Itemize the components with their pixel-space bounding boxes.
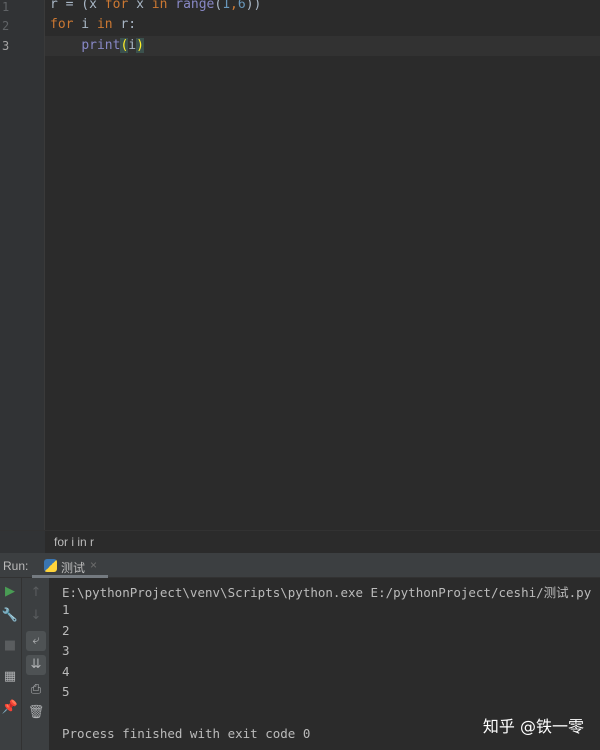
console-line: 2 xyxy=(62,623,70,638)
code-token: )) xyxy=(245,0,262,12)
console-line: E:\pythonProject\venv\Scripts\python.exe… xyxy=(62,585,592,600)
pin-icon[interactable]: 📌 xyxy=(0,698,20,718)
run-tab[interactable]: 测试 × xyxy=(32,553,108,578)
watermark: 知乎 @铁一零 xyxy=(482,717,584,736)
code-token: 1 xyxy=(222,0,231,12)
code-token: r = (x xyxy=(50,0,105,12)
code-token: print xyxy=(81,38,121,53)
code-token: ) xyxy=(136,38,144,53)
line-number: 3 xyxy=(2,39,10,53)
run-icon[interactable]: ▶ xyxy=(0,582,20,602)
console-line: Process finished with exit code 0 xyxy=(62,726,311,741)
breadcrumb[interactable]: for i in r xyxy=(0,530,600,554)
code-token: in xyxy=(96,17,113,32)
trash-icon[interactable]: 🗑 xyxy=(26,703,46,723)
layout-icon[interactable]: ▦ xyxy=(0,667,20,687)
code-token: r: xyxy=(112,17,137,32)
soft-wrap-icon[interactable]: ⤶ xyxy=(26,631,46,651)
stop-icon[interactable]: ■ xyxy=(0,636,20,656)
code-token: i xyxy=(73,17,97,32)
run-toolbar: Run: 测试 × xyxy=(0,553,600,578)
run-actions: ▶ 🔧 ■ ▦ 📌 xyxy=(0,578,22,750)
console-line: 4 xyxy=(62,664,70,679)
close-icon[interactable]: × xyxy=(90,558,97,572)
console-line: 1 xyxy=(62,602,70,617)
run-label: Run: xyxy=(3,559,29,573)
console-line: 5 xyxy=(62,684,70,699)
code-token: in xyxy=(151,0,168,12)
code-line-3[interactable]: print(i) xyxy=(50,38,144,53)
code-token: for xyxy=(104,0,129,12)
code-token: for xyxy=(50,17,74,32)
up-arrow-icon[interactable]: ↑ xyxy=(26,583,46,603)
code-token: , xyxy=(230,0,238,12)
line-number: 1 xyxy=(2,0,10,14)
console-line: 3 xyxy=(62,643,70,658)
code-token: i xyxy=(128,38,137,53)
print-icon[interactable]: ⎙ xyxy=(26,680,46,700)
console-actions: ↑ ↓ ⤶ ⇊ ⎙ 🗑 xyxy=(22,578,50,750)
run-tab-label: 测试 xyxy=(61,561,86,575)
code-editor[interactable]: 1 2 3 r = (x for x in range(1,6)) for i … xyxy=(0,0,600,530)
scroll-to-end-icon[interactable]: ⇊ xyxy=(26,655,46,675)
wrench-icon[interactable]: 🔧 xyxy=(0,606,20,626)
code-line-2[interactable]: for i in r: xyxy=(50,17,136,32)
code-line-1[interactable]: r = (x for x in range(1,6)) xyxy=(50,0,261,12)
line-gutter: 1 2 3 xyxy=(0,0,45,530)
line-number: 2 xyxy=(2,19,10,33)
code-token: x xyxy=(128,0,152,12)
python-icon xyxy=(44,559,57,572)
breadcrumb-item[interactable]: for i in r xyxy=(54,535,94,549)
down-arrow-icon[interactable]: ↓ xyxy=(26,606,46,626)
code-token: 6 xyxy=(237,0,246,12)
code-token: range xyxy=(175,0,215,12)
